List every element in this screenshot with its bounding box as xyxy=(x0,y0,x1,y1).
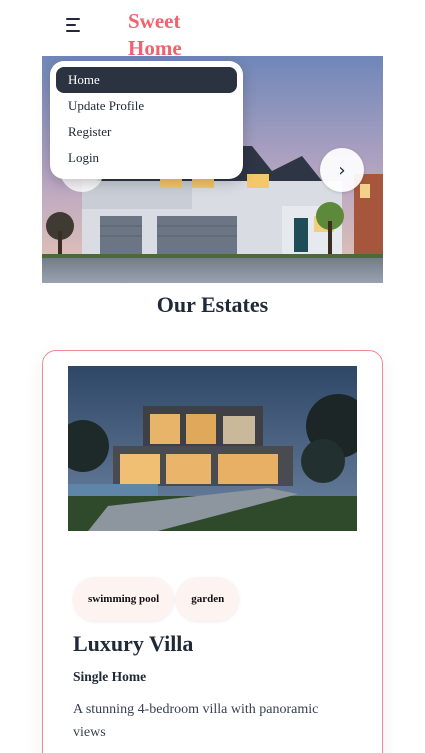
estate-description: A stunning 4-bedroom villa with panorami… xyxy=(73,702,319,740)
nav-dropdown-menu: Home Update Profile Register Login xyxy=(50,61,243,179)
chevron-right-icon: › xyxy=(338,159,346,181)
estate-card[interactable]: swimming pool garden Luxury Villa Single… xyxy=(42,350,383,753)
carousel-next-button[interactable]: › xyxy=(320,148,364,192)
amenity-tags: swimming pool garden xyxy=(73,577,240,621)
estate-title: Luxury Villa xyxy=(73,631,194,656)
tag-chip: garden xyxy=(176,577,240,621)
estate-image xyxy=(68,366,357,531)
menu-item-home[interactable]: Home xyxy=(56,67,237,93)
menu-item-update-profile[interactable]: Update Profile xyxy=(56,93,237,119)
menu-item-register[interactable]: Register xyxy=(56,119,237,145)
hamburger-menu-icon[interactable] xyxy=(66,18,84,34)
menu-item-login[interactable]: Login xyxy=(56,145,237,171)
section-title: Our Estates xyxy=(156,292,269,317)
tag-chip: swimming pool xyxy=(73,577,175,621)
brand-logo[interactable]: Sweet Home xyxy=(128,8,208,62)
estate-type: Single Home xyxy=(73,669,147,684)
